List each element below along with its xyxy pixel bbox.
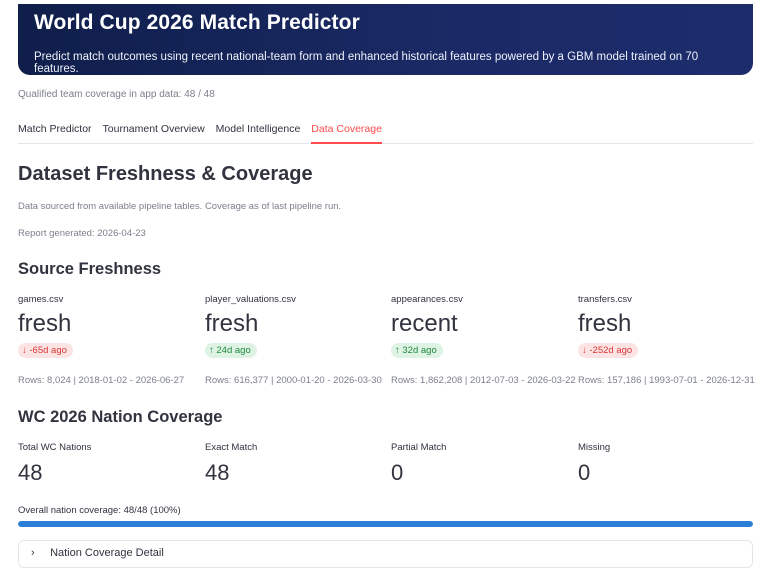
- metric-delta: ↓ -252d ago: [578, 343, 639, 358]
- tab-bar: Match Predictor Tournament Overview Mode…: [18, 114, 753, 144]
- metric-rows: Rows: 8,024 | 2018-01-02 - 2026-06-27: [18, 375, 185, 386]
- coverage-progress-bar: [18, 521, 753, 527]
- qualified-coverage-note: Qualified team coverage in app data: 48 …: [18, 89, 215, 100]
- nation-coverage-detail-expander[interactable]: › Nation Coverage Detail: [18, 540, 753, 568]
- nation-coverage-heading: WC 2026 Nation Coverage: [18, 408, 223, 426]
- metric-label: Total WC Nations: [18, 442, 92, 453]
- metric-rows: Rows: 157,186 | 1993-07-01 - 2026-12-31: [578, 375, 755, 386]
- arrow-up-icon: ↑: [209, 345, 214, 356]
- metric-label: transfers.csv: [578, 294, 632, 305]
- metric-label: Exact Match: [205, 442, 258, 453]
- arrow-down-icon: ↓: [22, 345, 27, 356]
- tab-model-intelligence[interactable]: Model Intelligence: [216, 114, 301, 144]
- freshness-metric-transfers: transfers.csv fresh ↓ -252d ago Rows: 15…: [578, 294, 758, 386]
- overall-coverage-label: Overall nation coverage: 48/48 (100%): [18, 505, 181, 516]
- app-subtitle: Predict match outcomes using recent nati…: [34, 51, 699, 75]
- metric-value: recent: [391, 310, 458, 337]
- metric-label: appearances.csv: [391, 294, 463, 305]
- metric-label: Partial Match: [391, 442, 447, 453]
- nation-metric-total: Total WC Nations 48: [18, 442, 198, 486]
- metric-value: fresh: [205, 310, 259, 337]
- tab-match-predictor[interactable]: Match Predictor: [18, 114, 92, 144]
- tab-data-coverage[interactable]: Data Coverage: [311, 114, 382, 144]
- arrow-down-icon: ↓: [582, 345, 587, 356]
- metric-delta: ↓ -65d ago: [18, 343, 73, 358]
- report-generated: Report generated: 2026-04-23: [18, 228, 146, 239]
- app-header: World Cup 2026 Match Predictor Predict m…: [18, 4, 753, 75]
- page-title: Dataset Freshness & Coverage: [18, 163, 313, 185]
- metric-rows: Rows: 1,862,208 | 2012-07-03 - 2026-03-2…: [391, 375, 576, 386]
- source-note: Data sourced from available pipeline tab…: [18, 201, 342, 212]
- metric-label: games.csv: [18, 294, 64, 305]
- metric-value: fresh: [578, 310, 632, 337]
- freshness-metric-appearances: appearances.csv recent ↑ 32d ago Rows: 1…: [391, 294, 576, 386]
- app-title: World Cup 2026 Match Predictor: [34, 11, 360, 34]
- metric-label: Missing: [578, 442, 611, 453]
- metric-value: 48: [205, 460, 230, 485]
- metric-value: 0: [391, 460, 404, 485]
- chevron-right-icon: ›: [31, 547, 35, 559]
- coverage-progress-fill: [18, 521, 753, 527]
- metric-delta: ↑ 24d ago: [205, 343, 257, 358]
- metric-value: 0: [578, 460, 591, 485]
- metric-rows: Rows: 616,377 | 2000-01-20 - 2026-03-30: [205, 375, 382, 386]
- metric-label: player_valuations.csv: [205, 294, 296, 305]
- freshness-metric-games: games.csv fresh ↓ -65d ago Rows: 8,024 |…: [18, 294, 198, 386]
- source-freshness-heading: Source Freshness: [18, 260, 162, 278]
- arrow-up-icon: ↑: [395, 345, 400, 356]
- nation-metric-partial: Partial Match 0: [391, 442, 571, 486]
- nation-metric-missing: Missing 0: [578, 442, 758, 486]
- tab-tournament-overview[interactable]: Tournament Overview: [103, 114, 205, 144]
- freshness-metric-player-valuations: player_valuations.csv fresh ↑ 24d ago Ro…: [205, 294, 385, 386]
- nation-metric-exact: Exact Match 48: [205, 442, 385, 486]
- expander-label: Nation Coverage Detail: [50, 547, 164, 559]
- metric-value: 48: [18, 460, 43, 485]
- metric-value: fresh: [18, 310, 72, 337]
- metric-delta: ↑ 32d ago: [391, 343, 443, 358]
